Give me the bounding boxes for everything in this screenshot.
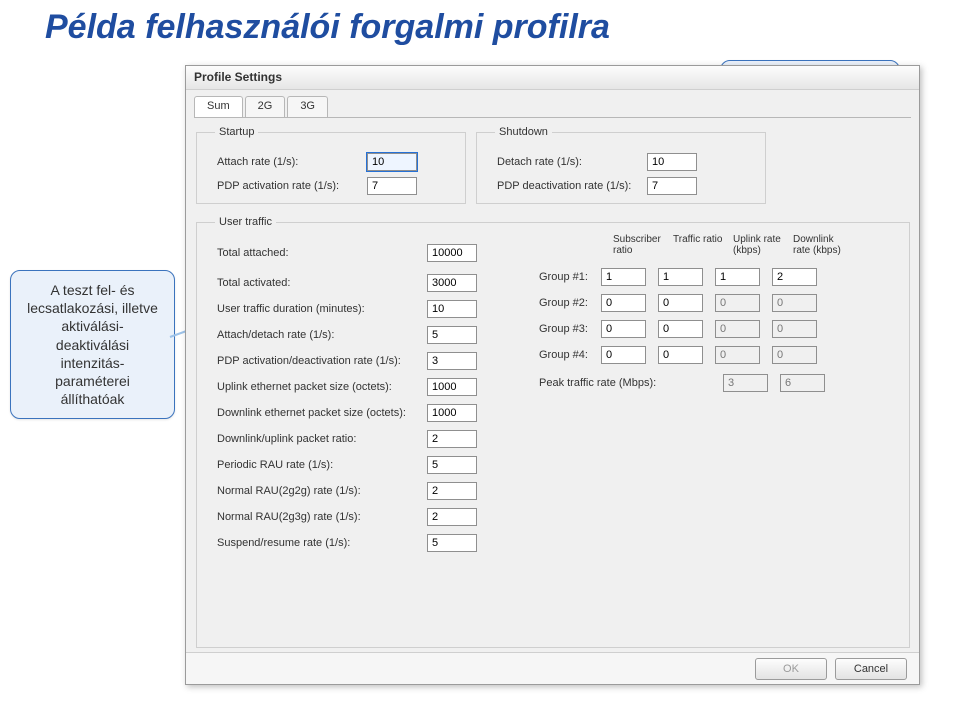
downlink-eth-label: Downlink ethernet packet size (octets): xyxy=(217,407,427,419)
total-activated-input[interactable] xyxy=(427,274,477,292)
attach-detach-label: Attach/detach rate (1/s): xyxy=(217,329,427,341)
uplink-eth-label: Uplink ethernet packet size (octets): xyxy=(217,381,427,393)
attach-detach-input[interactable] xyxy=(427,326,477,344)
group-ratio-grid: Group #1: Group #2: Group #3: xyxy=(539,264,825,396)
group1-dn-input[interactable] xyxy=(772,268,817,286)
attach-rate-label: Attach rate (1/s): xyxy=(217,156,367,168)
normal-rau-2g3g-label: Normal RAU(2g3g) rate (1/s): xyxy=(217,511,427,523)
total-attached-label: Total attached: xyxy=(217,247,427,259)
group3-tra-input[interactable] xyxy=(658,320,703,338)
callout-left: A teszt fel- és lecsatlakozási, illetve … xyxy=(10,270,175,419)
header-downlink-rate: Downlink rate (kbps) xyxy=(793,234,848,256)
packet-ratio-label: Downlink/uplink packet ratio: xyxy=(217,433,427,445)
pdp-activation-input[interactable] xyxy=(367,177,417,195)
tab-2g[interactable]: 2G xyxy=(245,96,286,117)
group4-sub-input[interactable] xyxy=(601,346,646,364)
shutdown-legend: Shutdown xyxy=(495,126,552,138)
suspend-resume-label: Suspend/resume rate (1/s): xyxy=(217,537,427,549)
packet-ratio-input[interactable] xyxy=(427,430,477,448)
pdp-activation-label: PDP activation rate (1/s): xyxy=(217,180,367,192)
group1-up-input[interactable] xyxy=(715,268,760,286)
group3-dn-input xyxy=(772,320,817,338)
startup-legend: Startup xyxy=(215,126,258,138)
normal-rau-2g2g-input[interactable] xyxy=(427,482,477,500)
peak-uplink-input xyxy=(723,374,768,392)
periodic-rau-label: Periodic RAU rate (1/s): xyxy=(217,459,427,471)
total-attached-input[interactable] xyxy=(427,244,477,262)
group1-label: Group #1: xyxy=(539,271,601,283)
group2-label: Group #2: xyxy=(539,297,601,309)
attach-rate-input[interactable] xyxy=(367,153,417,171)
ok-button[interactable]: OK xyxy=(755,658,827,680)
duration-input[interactable] xyxy=(427,300,477,318)
shutdown-group: Shutdown Detach rate (1/s): PDP deactiva… xyxy=(476,126,766,204)
group2-up-input xyxy=(715,294,760,312)
header-uplink-rate: Uplink rate (kbps) xyxy=(733,234,788,256)
pdp-ad-label: PDP activation/deactivation rate (1/s): xyxy=(217,355,427,367)
group3-label: Group #3: xyxy=(539,323,601,335)
pdp-ad-input[interactable] xyxy=(427,352,477,370)
group2-tra-input[interactable] xyxy=(658,294,703,312)
slide-title: Példa felhasználói forgalmi profilra xyxy=(45,8,610,47)
normal-rau-2g3g-input[interactable] xyxy=(427,508,477,526)
cancel-button[interactable]: Cancel xyxy=(835,658,907,680)
user-traffic-group: User traffic Subscriber ratio Traffic ra… xyxy=(196,216,910,648)
suspend-resume-input[interactable] xyxy=(427,534,477,552)
group4-label: Group #4: xyxy=(539,349,601,361)
dialog-button-bar: OK Cancel xyxy=(186,652,919,684)
group1-sub-input[interactable] xyxy=(601,268,646,286)
group2-dn-input xyxy=(772,294,817,312)
pdp-deactivation-label: PDP deactivation rate (1/s): xyxy=(497,180,647,192)
periodic-rau-input[interactable] xyxy=(427,456,477,474)
group4-dn-input xyxy=(772,346,817,364)
detach-rate-input[interactable] xyxy=(647,153,697,171)
peak-traffic-label: Peak traffic rate (Mbps): xyxy=(539,377,719,389)
normal-rau-2g2g-label: Normal RAU(2g2g) rate (1/s): xyxy=(217,485,427,497)
tab-bar: Sum 2G 3G xyxy=(194,96,911,118)
group1-tra-input[interactable] xyxy=(658,268,703,286)
tab-sum[interactable]: Sum xyxy=(194,96,243,117)
peak-downlink-input xyxy=(780,374,825,392)
dialog-title: Profile Settings xyxy=(186,66,919,90)
uplink-eth-input[interactable] xyxy=(427,378,477,396)
duration-label: User traffic duration (minutes): xyxy=(217,303,427,315)
detach-rate-label: Detach rate (1/s): xyxy=(497,156,647,168)
group4-up-input xyxy=(715,346,760,364)
tab-3g[interactable]: 3G xyxy=(287,96,328,117)
profile-settings-dialog: Profile Settings Sum 2G 3G Startup Attac… xyxy=(185,65,920,685)
group3-up-input xyxy=(715,320,760,338)
header-traffic-ratio: Traffic ratio xyxy=(673,234,728,245)
startup-group: Startup Attach rate (1/s): PDP activatio… xyxy=(196,126,466,204)
user-traffic-legend: User traffic xyxy=(215,216,276,228)
pdp-deactivation-input[interactable] xyxy=(647,177,697,195)
downlink-eth-input[interactable] xyxy=(427,404,477,422)
total-activated-label: Total activated: xyxy=(217,277,427,289)
group4-tra-input[interactable] xyxy=(658,346,703,364)
group3-sub-input[interactable] xyxy=(601,320,646,338)
group2-sub-input[interactable] xyxy=(601,294,646,312)
header-subscriber-ratio: Subscriber ratio xyxy=(613,234,668,256)
